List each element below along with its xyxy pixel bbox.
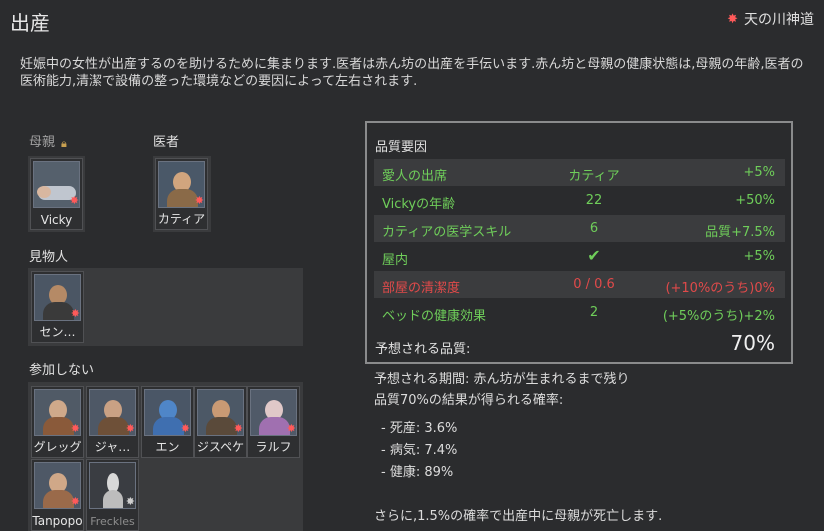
pawn-name: グレッグ [33,440,82,454]
pawn-freckles[interactable]: ✸ Freckles [86,459,139,531]
ideology-icon: ✸ [727,11,738,27]
factor-name: ベッドの健康効果 [382,309,487,324]
pawn-name: Tanpopo [32,514,83,528]
factor-effect: (+10%のうち)0% [665,281,775,296]
expected-quality-label: 予想される品質: [375,342,471,357]
role-not-participating-label: 参加しない [29,363,95,378]
pawn-name: エン [155,440,180,454]
expected-period: 予想される期間: 赤ん坊が生まれるまで残り [374,372,630,387]
factor-name: 部屋の清潔度 [382,281,461,296]
ideology-mark-icon: ✸ [180,422,190,435]
factor-value: 2 [589,305,599,320]
factor-effect: (+5%のうち)+2% [662,309,775,324]
role-doctor-label: 医者 [153,135,180,150]
title-bar: 出産 ✸ 天の川神道 [0,0,824,40]
factor-name: 屋内 [382,253,409,268]
pawn-body [153,417,184,435]
role-spectators-label: 見物人 [29,250,69,265]
quality-row: 部屋の清潔度 0 / 0.6 (+10%のうち)0% [374,271,785,298]
pawn-body [103,490,123,508]
pawn-tanpopo[interactable]: ✸ Tanpopo [31,459,84,531]
factor-value: 0 / 0.6 [573,277,615,292]
pawn-head [37,186,51,198]
factor-effect: +50% [735,193,775,208]
factor-value: 22 [585,193,603,208]
factor-name: カティアの医学スキル [382,225,512,240]
outcome-stillbirth: - 死産: 3.6% [381,421,458,436]
ideology-label[interactable]: ✸ 天の川神道 [727,9,814,29]
role-mother-label: 母親 🔒︎ [29,131,73,150]
factor-name: Vickyの年齢 [382,197,456,212]
pawn-name: セン… [39,325,76,339]
pawn-name: Vicky [40,213,73,227]
factor-effect: +5% [743,249,775,264]
pawn-body [43,417,74,435]
pawn-body [98,417,129,435]
pawn-name: カティア [157,212,206,226]
ideology-mark-icon: ✸ [125,422,135,435]
ideology-mark-icon: ✸ [233,422,243,435]
outcome-chance-header: 品質70%の結果が得られる確率: [374,393,564,408]
pawn-body [206,417,237,435]
role-mother-text: 母親 [29,135,56,150]
ideology-mark-icon: ✸ [70,307,80,320]
ideology-mark-icon: ✸ [70,495,80,508]
ideology-mark-icon: ✸ [125,495,135,508]
ideology-name: 天の川神道 [744,12,814,28]
ideology-mark-icon: ✸ [194,194,204,207]
pawn-ralph[interactable]: ✸ ラルフ [247,386,300,458]
factor-value: 6 [589,221,599,236]
pawn-name: ジスペケ [196,440,245,454]
pawn-name: ラルフ [255,440,292,454]
quality-row: カティアの医学スキル 6 品質+7.5% [374,215,785,242]
quality-row: 屋内 ✔ +5% [374,243,785,270]
ideology-mark-icon: ✸ [70,422,80,435]
factor-name: 愛人の出席 [382,169,448,184]
expected-quality-value: 70% [730,331,775,355]
pawn-ja[interactable]: ✸ ジャ… [86,386,139,458]
quality-row: 愛人の出席 カティア +5% [374,159,785,186]
quality-row: Vickyの年齢 22 +50% [374,187,785,214]
factor-value: カティア [568,169,620,184]
pawn-spectator-1[interactable]: ✸ セン… [31,271,84,343]
pawn-name: Freckles [90,515,135,528]
pawn-vicky[interactable]: ✸ Vicky [30,158,83,230]
pawn-greg[interactable]: ✸ グレッグ [31,386,84,458]
outcome-sick: - 病気: 7.4% [381,443,458,458]
pawn-name: ジャ… [94,440,131,454]
pawn-katia[interactable]: ✸ カティア [155,158,208,230]
quality-panel-title: 品質要因 [375,140,428,155]
quality-factors-panel: 品質要因 愛人の出席 カティア +5% Vickyの年齢 22 +50% カティ… [365,121,793,364]
ritual-description: 妊娠中の女性が出産するのを助けるために集まります.医者は赤ん坊の出産を手伝います… [20,57,804,89]
pawn-body [43,490,74,508]
pawn-jispeke[interactable]: ✸ ジスペケ [194,386,247,458]
pawn-body [259,417,290,435]
ideology-mark-icon: ✸ [286,422,296,435]
outcome-healthy: - 健康: 89% [381,465,454,480]
quality-row: ベッドの健康効果 2 (+5%のうち)+2% [374,299,785,326]
pawn-body [43,302,74,320]
factor-effect: +5% [743,165,775,180]
factor-effect: 品質+7.5% [705,225,775,240]
mother-death-note: さらに,1.5%の確率で出産中に母親が死亡します. [374,509,663,524]
pawn-en[interactable]: ✸ エン [141,386,194,458]
checkmark-icon: ✔ [587,246,601,265]
lock-icon: 🔒︎ [61,137,67,150]
ideology-mark-icon: ✸ [69,194,79,207]
window-title: 出産 [10,11,50,35]
pawn-body [167,189,198,207]
